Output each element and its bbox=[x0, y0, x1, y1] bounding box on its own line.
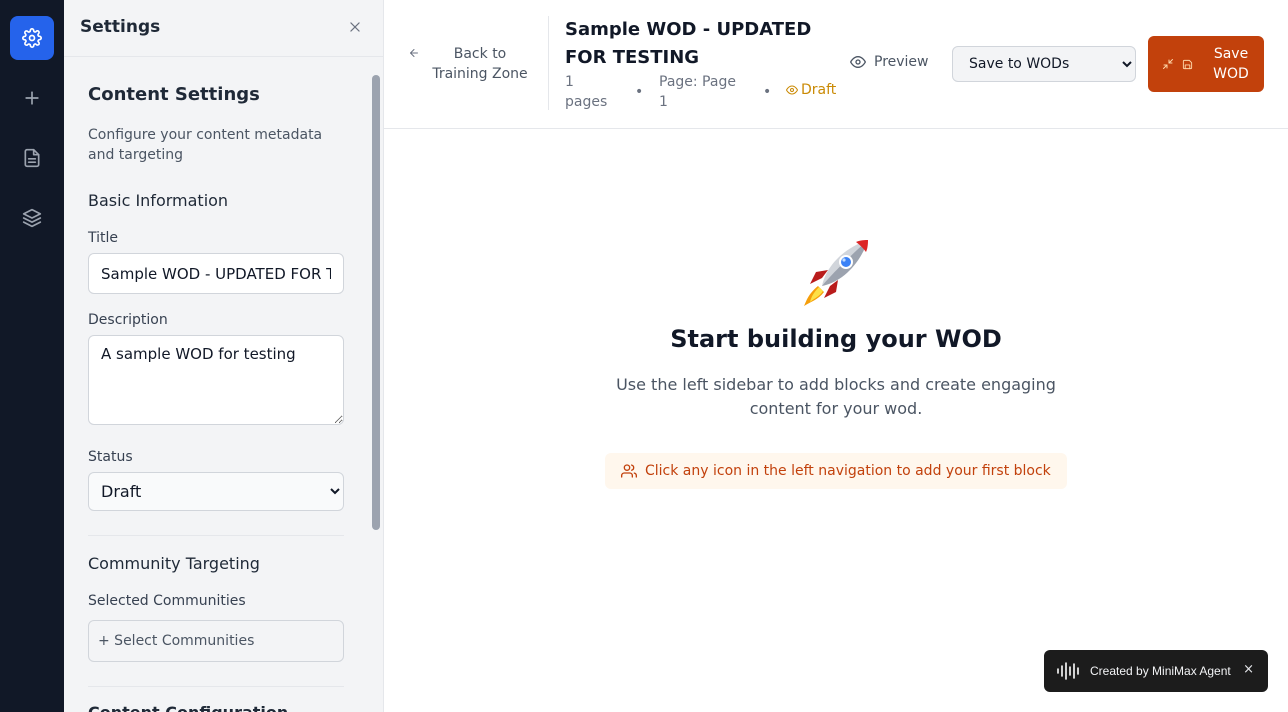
empty-state-title: Start building your WOD bbox=[670, 325, 1002, 353]
save-wod-label: Save WOD bbox=[1213, 46, 1249, 82]
content-configuration-heading: Content Configuration bbox=[88, 703, 288, 712]
settings-rail-button[interactable] bbox=[10, 16, 54, 60]
content-settings-heading: Content Settings bbox=[88, 84, 260, 105]
eye-icon bbox=[850, 56, 866, 68]
panel-title: Settings bbox=[80, 17, 161, 37]
current-page: Page: Page 1 bbox=[659, 74, 736, 110]
users-icon bbox=[621, 464, 637, 478]
first-block-hint-text: Click any icon in the left navigation to… bbox=[645, 463, 1051, 479]
layers-rail-button[interactable] bbox=[10, 196, 54, 240]
meta-bullet: • bbox=[763, 84, 772, 100]
preview-label: Preview bbox=[874, 54, 929, 70]
empty-state-description: Use the left sidebar to add blocks and c… bbox=[616, 375, 1056, 418]
save-wod-button[interactable]: Save WOD bbox=[1148, 36, 1264, 92]
back-label: Back to Training Zone bbox=[432, 46, 528, 82]
page-count: 1 pages bbox=[565, 74, 608, 110]
status-label: Status bbox=[88, 449, 133, 465]
preview-button[interactable]: Preview bbox=[850, 54, 929, 70]
minimax-agent-badge[interactable]: Created by MiniMax Agent × bbox=[1044, 650, 1268, 692]
title-label: Title bbox=[88, 230, 119, 246]
status-badge-label: Draft bbox=[801, 82, 837, 98]
add-block-rail-button[interactable] bbox=[10, 76, 54, 120]
eye-icon bbox=[786, 85, 798, 95]
meta-bullet: • bbox=[635, 84, 644, 100]
gear-icon bbox=[22, 28, 42, 48]
selected-communities-label: Selected Communities bbox=[88, 593, 246, 609]
arrow-left-icon bbox=[410, 49, 418, 57]
header-divider bbox=[548, 16, 549, 110]
section-divider bbox=[88, 535, 344, 536]
document-title: Sample WOD - UPDATED FOR TESTING bbox=[565, 19, 812, 68]
waveform-icon bbox=[1057, 662, 1079, 680]
select-communities-button[interactable]: + Select Communities bbox=[88, 620, 344, 662]
status-select[interactable]: Draft bbox=[88, 472, 344, 511]
save-icon bbox=[1182, 59, 1193, 69]
document-icon bbox=[24, 148, 40, 168]
panel-header: Settings bbox=[64, 0, 383, 57]
minimize-icon bbox=[1163, 59, 1173, 69]
layers-icon bbox=[22, 208, 42, 228]
community-targeting-heading: Community Targeting bbox=[88, 554, 260, 573]
basic-information-heading: Basic Information bbox=[88, 191, 229, 210]
close-icon bbox=[350, 22, 360, 32]
plus-icon bbox=[25, 91, 39, 105]
first-block-hint: Click any icon in the left navigation to… bbox=[605, 453, 1067, 489]
content-settings-description: Configure your content metadata and targ… bbox=[88, 127, 323, 163]
title-input[interactable] bbox=[88, 253, 344, 294]
save-destination-select[interactable]: Save to WODs bbox=[952, 46, 1136, 82]
description-textarea[interactable]: A sample WOD for testing bbox=[88, 335, 344, 425]
icon-rail bbox=[0, 0, 64, 712]
section-divider bbox=[88, 686, 344, 687]
close-badge-button[interactable]: × bbox=[1243, 663, 1254, 677]
description-label: Description bbox=[88, 312, 168, 328]
back-to-training-zone-button[interactable]: Back to Training Zone bbox=[408, 44, 530, 84]
close-panel-button[interactable] bbox=[346, 18, 364, 36]
settings-panel: Settings Content Settings Configure your… bbox=[64, 0, 384, 712]
pages-rail-button[interactable] bbox=[10, 136, 54, 180]
rocket-icon bbox=[804, 240, 868, 306]
minimax-agent-label: Created by MiniMax Agent bbox=[1090, 664, 1231, 678]
status-badge: Draft bbox=[786, 82, 836, 98]
editor-header: Back to Training Zone Sample WOD - UPDAT… bbox=[384, 0, 1288, 129]
scroll-thumb[interactable] bbox=[372, 75, 380, 530]
